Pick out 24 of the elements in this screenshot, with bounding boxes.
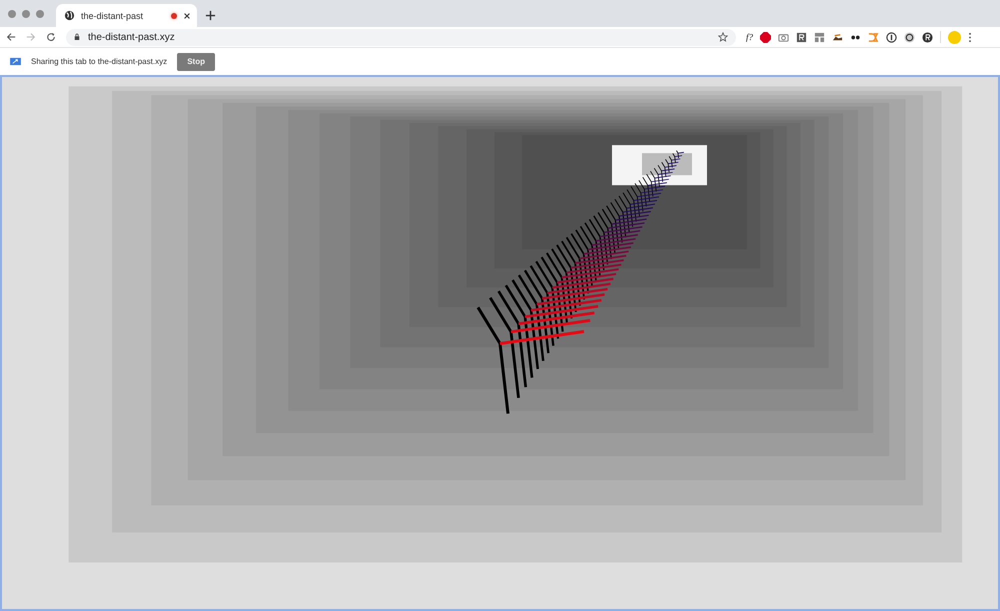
square-letter-icon[interactable]: [796, 32, 808, 42]
back-arrow-icon[interactable]: [6, 32, 16, 42]
stop-button[interactable]: Stop: [177, 52, 216, 70]
reload-icon[interactable]: [46, 32, 56, 42]
maximize-window-button[interactable]: [36, 10, 44, 18]
screen-share-icon: [10, 57, 21, 66]
url-text: the-distant-past.xyz: [88, 32, 176, 42]
info-circle-icon[interactable]: [886, 32, 898, 42]
sharing-message: Sharing this tab to the-distant-past.xyz: [31, 57, 168, 66]
extension-button[interactable]: f?: [746, 32, 754, 42]
new-tab-icon[interactable]: [205, 10, 216, 21]
menu-icon[interactable]: [968, 32, 972, 42]
grid-icon[interactable]: [814, 32, 826, 42]
letter-circle-icon[interactable]: [922, 32, 934, 42]
stop-sign-icon[interactable]: [760, 32, 772, 42]
close-tab-icon[interactable]: [183, 12, 191, 20]
camera-icon[interactable]: [778, 32, 790, 42]
close-window-button[interactable]: [8, 10, 16, 18]
star-icon[interactable]: [718, 32, 728, 42]
minimize-window-button[interactable]: [22, 10, 30, 18]
address-bar[interactable]: the-distant-past.xyz: [66, 28, 736, 46]
browser-tab[interactable]: the-distant-past: [56, 4, 197, 27]
tab-title: the-distant-past: [81, 10, 144, 20]
lock-icon: [74, 33, 80, 41]
